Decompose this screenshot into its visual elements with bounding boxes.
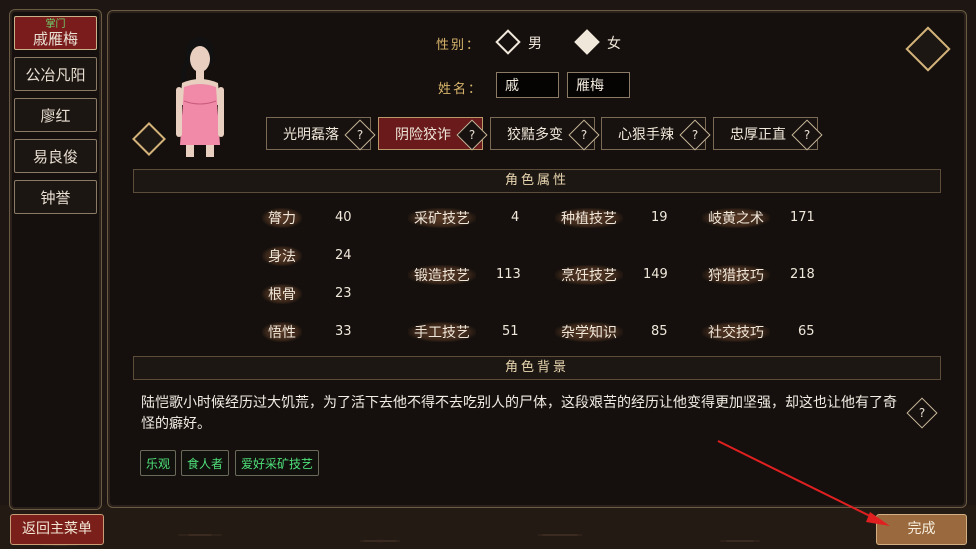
red-arrow-annotation [717, 440, 890, 526]
